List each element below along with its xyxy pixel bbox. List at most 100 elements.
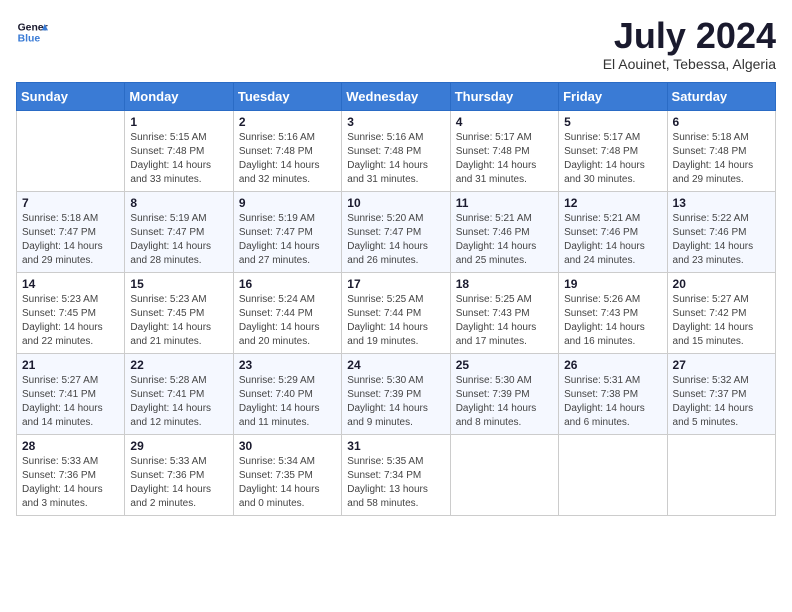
day-number: 15 [130,277,227,291]
calendar-cell: 3Sunrise: 5:16 AMSunset: 7:48 PMDaylight… [342,110,450,191]
cell-info: Sunrise: 5:33 AMSunset: 7:36 PMDaylight:… [22,455,119,511]
day-number: 29 [130,439,227,453]
cell-info: Sunrise: 5:30 AMSunset: 7:39 PMDaylight:… [347,374,444,430]
calendar-body: 1 Sunrise: 5:15 AMSunset: 7:48 PMDaylight… [17,110,776,515]
day-number: 19 [564,277,661,291]
day-number: 7 [22,196,119,210]
day-number: 14 [22,277,119,291]
day-number: 31 [347,439,444,453]
calendar-cell: 27 Sunrise: 5:32 AMSunset: 7:37 PMDayligh… [667,353,775,434]
calendar-cell: 15Sunrise: 5:23 AMSunset: 7:45 PMDayligh… [125,272,233,353]
calendar-cell: 10 Sunrise: 5:20 AMSunset: 7:47 PMDayligh… [342,191,450,272]
cell-info: Sunrise: 5:23 AMSunset: 7:45 PMDaylight:… [22,293,119,349]
day-number: 22 [130,358,227,372]
cell-info: Sunrise: 5:35 AMSunset: 7:34 PMDaylight:… [347,455,444,511]
calendar-cell [450,434,558,515]
calendar-cell: 25 Sunrise: 5:30 AMSunset: 7:39 PMDayligh… [450,353,558,434]
calendar-cell: 11 Sunrise: 5:21 AMSunset: 7:46 PMDayligh… [450,191,558,272]
day-number: 17 [347,277,444,291]
day-header-tuesday: Tuesday [233,82,341,110]
cell-info: Sunrise: 5:25 AMSunset: 7:43 PMDaylight:… [456,293,553,349]
calendar-cell: 5 Sunrise: 5:17 AMSunset: 7:48 PMDaylight… [559,110,667,191]
day-number: 10 [347,196,444,210]
day-number: 24 [347,358,444,372]
cell-info: Sunrise: 5:20 AMSunset: 7:47 PMDaylight:… [347,212,444,268]
calendar-cell: 21 Sunrise: 5:27 AMSunset: 7:41 PMDayligh… [17,353,125,434]
day-number: 11 [456,196,553,210]
cell-info: Sunrise: 5:29 AMSunset: 7:40 PMDaylight:… [239,374,336,430]
cell-info: Sunrise: 5:18 AMSunset: 7:47 PMDaylight:… [22,212,119,268]
cell-info: Sunrise: 5:27 AMSunset: 7:42 PMDaylight:… [673,293,770,349]
calendar-week-3: 14 Sunrise: 5:23 AMSunset: 7:45 PMDayligh… [17,272,776,353]
cell-info: Sunrise: 5:17 AMSunset: 7:48 PMDaylight:… [456,131,553,187]
day-header-friday: Friday [559,82,667,110]
cell-info: Sunrise: 5:15 AMSunset: 7:48 PMDaylight:… [130,131,227,187]
cell-info: Sunrise: 5:21 AMSunset: 7:46 PMDaylight:… [456,212,553,268]
cell-info: Sunrise: 5:21 AMSunset: 7:46 PMDaylight:… [564,212,661,268]
page-header: General Blue July 2024 El Aouinet, Tebes… [16,16,776,72]
day-number: 4 [456,115,553,129]
day-number: 6 [673,115,770,129]
calendar-cell: 18 Sunrise: 5:25 AMSunset: 7:43 PMDayligh… [450,272,558,353]
day-number: 5 [564,115,661,129]
calendar-table: SundayMondayTuesdayWednesdayThursdayFrid… [16,82,776,516]
cell-info: Sunrise: 5:26 AMSunset: 7:43 PMDaylight:… [564,293,661,349]
calendar-cell: 14 Sunrise: 5:23 AMSunset: 7:45 PMDayligh… [17,272,125,353]
cell-info: Sunrise: 5:19 AMSunset: 7:47 PMDaylight:… [239,212,336,268]
calendar-cell: 23 Sunrise: 5:29 AMSunset: 7:40 PMDayligh… [233,353,341,434]
cell-info: Sunrise: 5:27 AMSunset: 7:41 PMDaylight:… [22,374,119,430]
calendar-cell: 17 Sunrise: 5:25 AMSunset: 7:44 PMDayligh… [342,272,450,353]
cell-info: Sunrise: 5:34 AMSunset: 7:35 PMDaylight:… [239,455,336,511]
day-header-monday: Monday [125,82,233,110]
cell-info: Sunrise: 5:24 AMSunset: 7:44 PMDaylight:… [239,293,336,349]
cell-info: Sunrise: 5:25 AMSunset: 7:44 PMDaylight:… [347,293,444,349]
calendar-cell: 12 Sunrise: 5:21 AMSunset: 7:46 PMDayligh… [559,191,667,272]
calendar-cell [17,110,125,191]
day-number: 23 [239,358,336,372]
cell-info: Sunrise: 5:16 AMSunset: 7:48 PMDaylight:… [239,131,336,187]
day-number: 25 [456,358,553,372]
svg-text:Blue: Blue [18,34,41,45]
day-number: 1 [130,115,227,129]
day-number: 27 [673,358,770,372]
calendar-week-5: 28 Sunrise: 5:33 AMSunset: 7:36 PMDayligh… [17,434,776,515]
title-area: July 2024 El Aouinet, Tebessa, Algeria [603,16,776,72]
day-number: 28 [22,439,119,453]
calendar-cell: 7 Sunrise: 5:18 AMSunset: 7:47 PMDaylight… [17,191,125,272]
logo-icon: General Blue [16,16,48,48]
day-header-thursday: Thursday [450,82,558,110]
calendar-cell: 28 Sunrise: 5:33 AMSunset: 7:36 PMDayligh… [17,434,125,515]
calendar-cell: 24 Sunrise: 5:30 AMSunset: 7:39 PMDayligh… [342,353,450,434]
calendar-cell: 1 Sunrise: 5:15 AMSunset: 7:48 PMDaylight… [125,110,233,191]
cell-info: Sunrise: 5:31 AMSunset: 7:38 PMDaylight:… [564,374,661,430]
calendar-cell: 30 Sunrise: 5:34 AMSunset: 7:35 PMDayligh… [233,434,341,515]
calendar-cell: 6Sunrise: 5:18 AMSunset: 7:48 PMDaylight… [667,110,775,191]
calendar-cell: 20 Sunrise: 5:27 AMSunset: 7:42 PMDayligh… [667,272,775,353]
cell-info: Sunrise: 5:32 AMSunset: 7:37 PMDaylight:… [673,374,770,430]
calendar-cell [667,434,775,515]
calendar-cell: 31 Sunrise: 5:35 AMSunset: 7:34 PMDayligh… [342,434,450,515]
cell-info: Sunrise: 5:28 AMSunset: 7:41 PMDaylight:… [130,374,227,430]
day-number: 12 [564,196,661,210]
day-number: 9 [239,196,336,210]
calendar-week-2: 7 Sunrise: 5:18 AMSunset: 7:47 PMDaylight… [17,191,776,272]
cell-info: Sunrise: 5:22 AMSunset: 7:46 PMDaylight:… [673,212,770,268]
calendar-cell: 4 Sunrise: 5:17 AMSunset: 7:48 PMDaylight… [450,110,558,191]
calendar-cell: 26Sunrise: 5:31 AMSunset: 7:38 PMDayligh… [559,353,667,434]
month-title: July 2024 [603,16,776,56]
day-number: 3 [347,115,444,129]
day-number: 20 [673,277,770,291]
day-number: 16 [239,277,336,291]
day-number: 18 [456,277,553,291]
day-number: 2 [239,115,336,129]
day-number: 30 [239,439,336,453]
day-number: 21 [22,358,119,372]
calendar-cell [559,434,667,515]
location: El Aouinet, Tebessa, Algeria [603,56,776,72]
calendar-week-1: 1 Sunrise: 5:15 AMSunset: 7:48 PMDaylight… [17,110,776,191]
cell-info: Sunrise: 5:17 AMSunset: 7:48 PMDaylight:… [564,131,661,187]
cell-info: Sunrise: 5:30 AMSunset: 7:39 PMDaylight:… [456,374,553,430]
cell-info: Sunrise: 5:19 AMSunset: 7:47 PMDaylight:… [130,212,227,268]
cell-info: Sunrise: 5:33 AMSunset: 7:36 PMDaylight:… [130,455,227,511]
day-header-wednesday: Wednesday [342,82,450,110]
